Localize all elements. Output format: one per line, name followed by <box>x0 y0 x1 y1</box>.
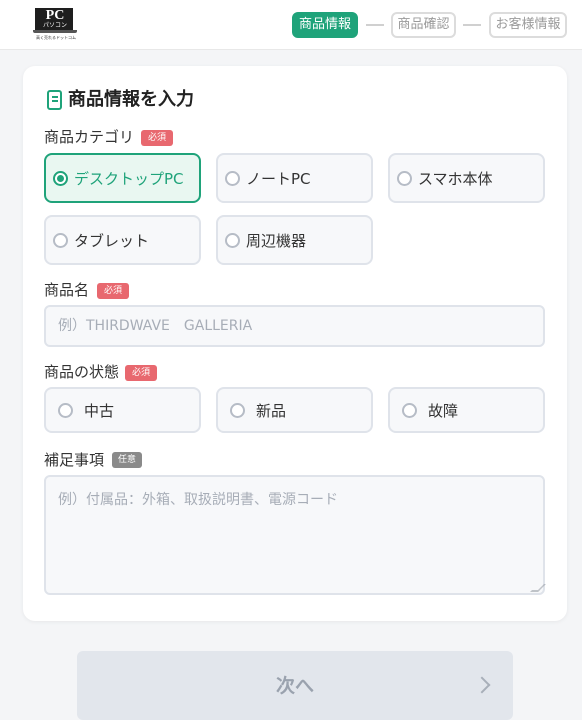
next-button[interactable]: 次へ <box>77 651 513 720</box>
site-logo[interactable]: PC パソコン 高く売れるドットコム <box>33 8 77 44</box>
radio-unchecked-icon <box>225 171 240 186</box>
option-label: スマホ本体 <box>418 170 493 188</box>
required-badge: 必須 <box>97 283 129 299</box>
step-connector <box>463 24 481 26</box>
condition-option-new[interactable]: 新品 <box>216 387 373 433</box>
category-label: 商品カテゴリ <box>44 128 135 146</box>
product-name-input[interactable] <box>44 305 545 347</box>
step-customer-info: お客様情報 <box>489 12 567 38</box>
logo-kana-text: パソコン <box>42 22 67 29</box>
option-label: タブレット <box>74 232 150 250</box>
radio-unchecked-icon <box>402 403 417 418</box>
option-label: 周辺機器 <box>246 232 307 250</box>
card-title: 商品情報を入力 <box>68 89 194 110</box>
step-connector <box>366 24 384 26</box>
option-label: 新品 <box>256 402 287 420</box>
radio-unchecked-icon <box>230 403 245 418</box>
notes-label: 補足事項 <box>44 451 105 469</box>
category-option-notebook[interactable]: ノートPC <box>216 153 373 203</box>
option-label: デスクトップPC <box>74 170 184 188</box>
required-badge: 必須 <box>125 365 157 381</box>
condition-option-used[interactable]: 中古 <box>44 387 201 433</box>
product-info-card: 商品情報を入力 商品カテゴリ 必須 デスクトップPC ノートPC スマホ本体 タ… <box>23 66 567 621</box>
radio-unchecked-icon <box>225 233 240 248</box>
radio-checked-icon <box>53 171 68 186</box>
radio-unchecked-icon <box>58 403 73 418</box>
condition-option-broken[interactable]: 故障 <box>388 387 545 433</box>
logo-laptop-icon: PC パソコン <box>35 8 73 30</box>
option-label: ノートPC <box>246 170 311 188</box>
logo-main-text: PC <box>45 8 65 23</box>
radio-unchecked-icon <box>397 171 412 186</box>
step-product-info: 商品情報 <box>292 12 358 38</box>
notes-textarea[interactable] <box>44 475 545 595</box>
category-option-desktop[interactable]: デスクトップPC <box>44 153 201 203</box>
step-product-confirm: 商品確認 <box>391 12 456 38</box>
option-label: 中古 <box>84 402 115 420</box>
next-button-label: 次へ <box>275 675 314 697</box>
condition-label: 商品の状態 <box>44 363 120 381</box>
logo-laptop-base <box>33 30 77 33</box>
required-badge: 必須 <box>141 130 173 146</box>
logo-tagline: 高く売れるドットコム <box>36 35 76 40</box>
product-name-label: 商品名 <box>44 281 90 299</box>
site-header: PC パソコン 高く売れるドットコム 商品情報 商品確認 お客様情報 <box>0 0 582 50</box>
category-option-tablet[interactable]: タブレット <box>44 215 201 265</box>
radio-unchecked-icon <box>53 233 68 248</box>
category-option-smartphone[interactable]: スマホ本体 <box>388 153 545 203</box>
category-option-peripherals[interactable]: 周辺機器 <box>216 215 373 265</box>
option-label: 故障 <box>428 402 459 420</box>
document-icon <box>47 90 62 110</box>
optional-badge: 任意 <box>112 452 142 468</box>
